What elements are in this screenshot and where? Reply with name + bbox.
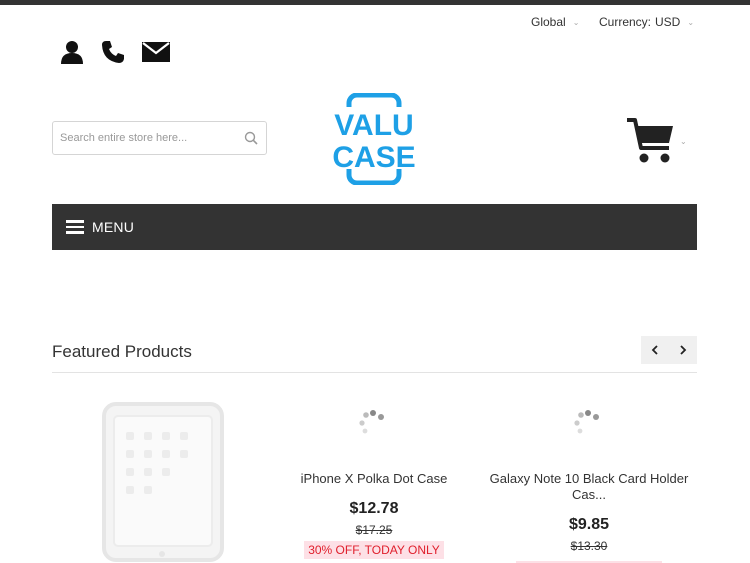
hamburger-icon — [66, 220, 84, 234]
chevron-left-icon — [651, 345, 658, 355]
phone-icon[interactable] — [101, 40, 125, 64]
chevron-right-icon — [680, 345, 687, 355]
currency-selector[interactable]: Currency: USD ⌄ — [599, 15, 694, 29]
discount-badge: 30% OFF, TODAY ONLY — [304, 541, 444, 559]
search-icon[interactable] — [244, 131, 258, 145]
carousel-next-button[interactable] — [669, 336, 697, 364]
product-image-ipad-case[interactable] — [100, 402, 224, 563]
section-divider — [52, 372, 697, 373]
product-card[interactable]: iPhone X Polka Dot Case $12.78 $17.25 30… — [282, 471, 466, 559]
search-box — [52, 121, 267, 155]
product-old-price: $17.25 — [355, 523, 393, 537]
product-card[interactable]: Galaxy Note 10 Black Card Holder Cas... … — [486, 471, 692, 563]
logo-line1: VALU — [334, 109, 413, 142]
product-old-price: $13.30 — [570, 539, 608, 553]
currency-value: USD — [655, 15, 681, 29]
loading-spinner-icon — [573, 409, 603, 444]
chevron-down-icon: ⌄ — [687, 17, 695, 27]
chevron-down-icon: ⌄ — [680, 137, 687, 146]
menu-label: MENU — [92, 219, 135, 235]
top-accent-bar — [0, 0, 750, 5]
region-selector[interactable]: Global ⌄ — [531, 15, 579, 29]
carousel-prev-button[interactable] — [641, 336, 669, 364]
chevron-down-icon: ⌄ — [572, 17, 580, 27]
logo-line2: CASE — [333, 141, 415, 174]
logo[interactable]: VALU CASE — [332, 92, 416, 186]
cart-icon — [625, 116, 677, 171]
account-icon[interactable] — [60, 40, 84, 64]
email-icon[interactable] — [142, 42, 170, 62]
menu-bar[interactable]: MENU — [52, 204, 697, 250]
cart-button[interactable]: ⌄ — [625, 116, 687, 171]
loading-spinner-icon — [358, 409, 388, 444]
product-name[interactable]: iPhone X Polka Dot Case — [282, 471, 466, 487]
region-label: Global — [531, 15, 566, 29]
currency-label: Currency: — [599, 15, 652, 29]
search-input[interactable] — [53, 122, 233, 154]
product-name[interactable]: Galaxy Note 10 Black Card Holder Cas... — [486, 471, 692, 503]
contact-icons — [60, 40, 170, 64]
product-price: $12.78 — [349, 500, 399, 517]
section-title: Featured Products — [52, 342, 192, 361]
product-price: $9.85 — [568, 516, 610, 533]
